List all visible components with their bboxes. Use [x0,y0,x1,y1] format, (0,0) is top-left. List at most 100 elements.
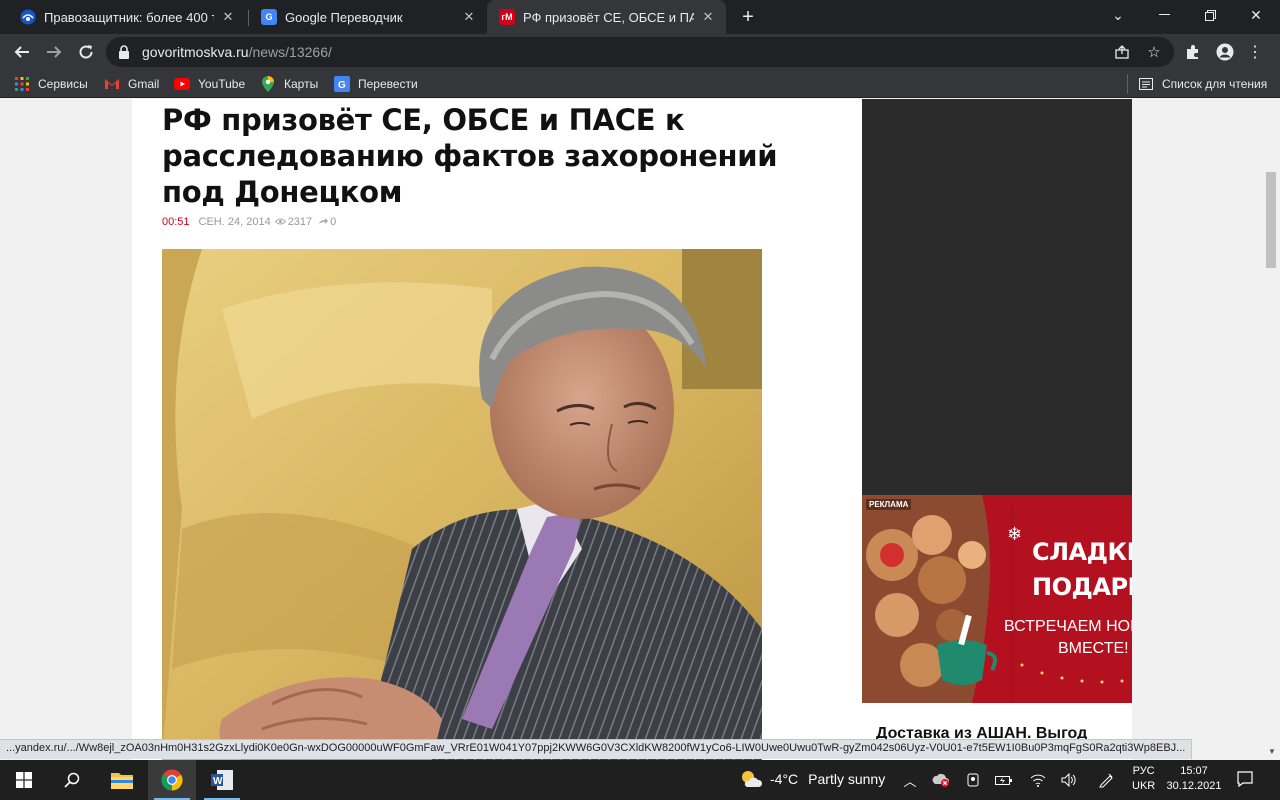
lock-icon[interactable] [118,45,130,59]
weather-text: Partly sunny [808,771,886,787]
tab-google-translate[interactable]: G Google Переводчик ✕ [249,0,487,34]
eye-icon [274,216,286,228]
bookmark-label: Сервисы [38,77,88,91]
translate-icon: G [334,76,350,92]
address-bar[interactable]: govoritmoskva.ru/news/13266/ ☆ [106,37,1174,67]
new-tab-button[interactable]: + [737,6,759,28]
scrollbar-thumb[interactable] [1266,172,1276,268]
search-button[interactable] [48,760,96,800]
close-window-button[interactable]: ✕ [1233,0,1279,30]
battery-icon[interactable] [995,772,1013,788]
forward-button[interactable] [40,38,68,66]
tab-strip: Правозащитник: более 400 тел ✕ G Google … [0,0,1280,34]
page-viewport: РФ призовёт СЕ, ОБСЕ и ПАСЕ к расследова… [0,99,1280,760]
partly-sunny-icon [742,771,762,787]
word-doc-icon: W [211,770,233,790]
scroll-down-arrow-icon[interactable]: ▼ [1268,747,1276,756]
pen-workspace-icon[interactable] [1097,772,1115,788]
bookmark-maps[interactable]: Карты [260,75,318,93]
article-photo [162,249,762,760]
article-meta: 00:51 СЕН. 24, 2014 2317 0 [162,216,342,228]
govoritmoskva-favicon: гМ [499,9,515,25]
google-translate-favicon: G [261,9,277,25]
taskbar-chrome[interactable] [148,760,196,800]
sidebar-banner-placeholder [862,99,1132,495]
bookmark-label: Карты [284,77,319,91]
weather-temp: -4°C [770,771,799,787]
share-icon[interactable] [1112,42,1132,62]
chrome-icon [161,769,183,791]
bookmark-star-icon[interactable]: ☆ [1144,42,1164,62]
sidebar: ❄ РЕКЛАМА СЛАДКИЕ ПОДАРКИ ВСТРЕЧАЕМ НОВЫ… [862,99,1132,760]
youtube-icon [174,76,190,92]
profile-icon[interactable] [1212,39,1238,65]
show-hidden-icons-chevron-icon[interactable]: ︿ [901,772,919,789]
lang-secondary: UKR [1132,780,1156,792]
news-site-favicon [20,9,36,25]
windows-logo-icon [16,772,32,788]
extensions-icon[interactable] [1180,39,1206,65]
gmail-icon [104,76,120,92]
browser-toolbar: govoritmoskva.ru/news/13266/ ☆ ⋮ [0,34,1280,70]
bookmark-translate[interactable]: G Перевести [334,75,418,93]
taskbar-file-explorer[interactable] [98,760,146,800]
back-button[interactable] [8,38,36,66]
close-tab-icon[interactable]: ✕ [461,9,477,25]
share-count: 0 [330,216,337,228]
language-switcher[interactable]: РУС UKR [1132,764,1155,794]
page-scrollbar[interactable] [1262,99,1280,760]
article-headline: РФ призовёт СЕ, ОБСЕ и ПАСЕ к расследова… [162,103,778,209]
restore-button[interactable] [1187,0,1233,30]
bookmarks-bar: Сервисы Gmail YouTube Карты G Перевести … [0,70,1280,98]
link-status-bar: ...yandex.ru/.../Ww8ejl_zOA03nHm0H31s2Gz… [0,739,1193,759]
clock-date: 30.12.2021 [1166,780,1222,792]
clock-time: 15:07 [1180,765,1208,777]
close-tab-icon[interactable]: ✕ [700,9,716,25]
ad-subline-2: ВМЕСТЕ! [1058,640,1129,657]
security-alert-icon[interactable] [932,772,950,788]
meet-now-icon[interactable] [964,772,982,788]
url-text: govoritmoskva.ru/news/13266/ [142,44,332,60]
ad-label: РЕКЛАМА [866,499,912,510]
ad-headline-line2: ПОДАРКИ [1032,573,1132,601]
ad-headline-line1: СЛАДКИЕ [1032,538,1132,566]
menu-icon[interactable]: ⋮ [1242,39,1268,65]
tab-title: Google Переводчик [285,9,403,25]
tab-pravozashchitnik[interactable]: Правозащитник: более 400 тел ✕ [8,0,246,34]
bookmarks-divider [1127,74,1128,94]
start-button[interactable] [0,760,48,800]
apps-grid-icon [14,76,30,92]
maps-icon [260,76,276,92]
tab-search-icon[interactable]: ⌄ [1095,0,1141,30]
bookmark-label: Перевести [358,77,418,91]
reading-list-button[interactable]: Список для чтения [1138,75,1267,93]
tab-govoritmoskva[interactable]: гМ РФ призовёт СЕ, ОБСЕ и ПАСЕ к ✕ [487,0,726,34]
windows-taskbar: W -4°C Partly sunny ︿ РУС UKR 15:07 30.1… [0,760,1280,800]
reading-list-icon [1138,76,1154,92]
volume-icon[interactable] [1060,772,1078,788]
share-arrow-icon [318,216,329,228]
bookmark-services[interactable]: Сервисы [14,75,88,93]
minimize-button[interactable] [1141,0,1187,30]
bookmark-gmail[interactable]: Gmail [104,75,159,93]
svg-text:❄: ❄ [1007,524,1022,544]
tab-title: РФ призовёт СЕ, ОБСЕ и ПАСЕ к [523,9,694,25]
svg-text:G: G [338,80,346,91]
wifi-icon[interactable] [1029,772,1047,788]
taskbar-word[interactable]: W [198,760,246,800]
reload-button[interactable] [72,38,100,66]
lang-primary: РУС [1132,765,1155,777]
system-clock[interactable]: 15:07 30.12.2021 [1166,764,1222,794]
ad-subline-1: ВСТРЕЧАЕМ НОВЫЙ [1004,618,1132,635]
article-date: СЕН. 24, 2014 [198,216,271,228]
bookmark-youtube[interactable]: YouTube [174,75,245,93]
notification-center-icon[interactable] [1236,770,1254,788]
article-column: РФ призовёт СЕ, ОБСЕ и ПАСЕ к расследова… [132,99,862,760]
search-icon [64,772,80,788]
close-tab-icon[interactable]: ✕ [220,9,236,25]
article-time: 00:51 [162,216,190,228]
weather-widget[interactable]: -4°C Partly sunny [740,770,885,788]
svg-text:W: W [213,776,223,787]
bookmark-label: Gmail [128,77,160,91]
ad-banner[interactable]: ❄ РЕКЛАМА СЛАДКИЕ ПОДАРКИ ВСТРЕЧАЕМ НОВЫ… [862,495,1132,703]
